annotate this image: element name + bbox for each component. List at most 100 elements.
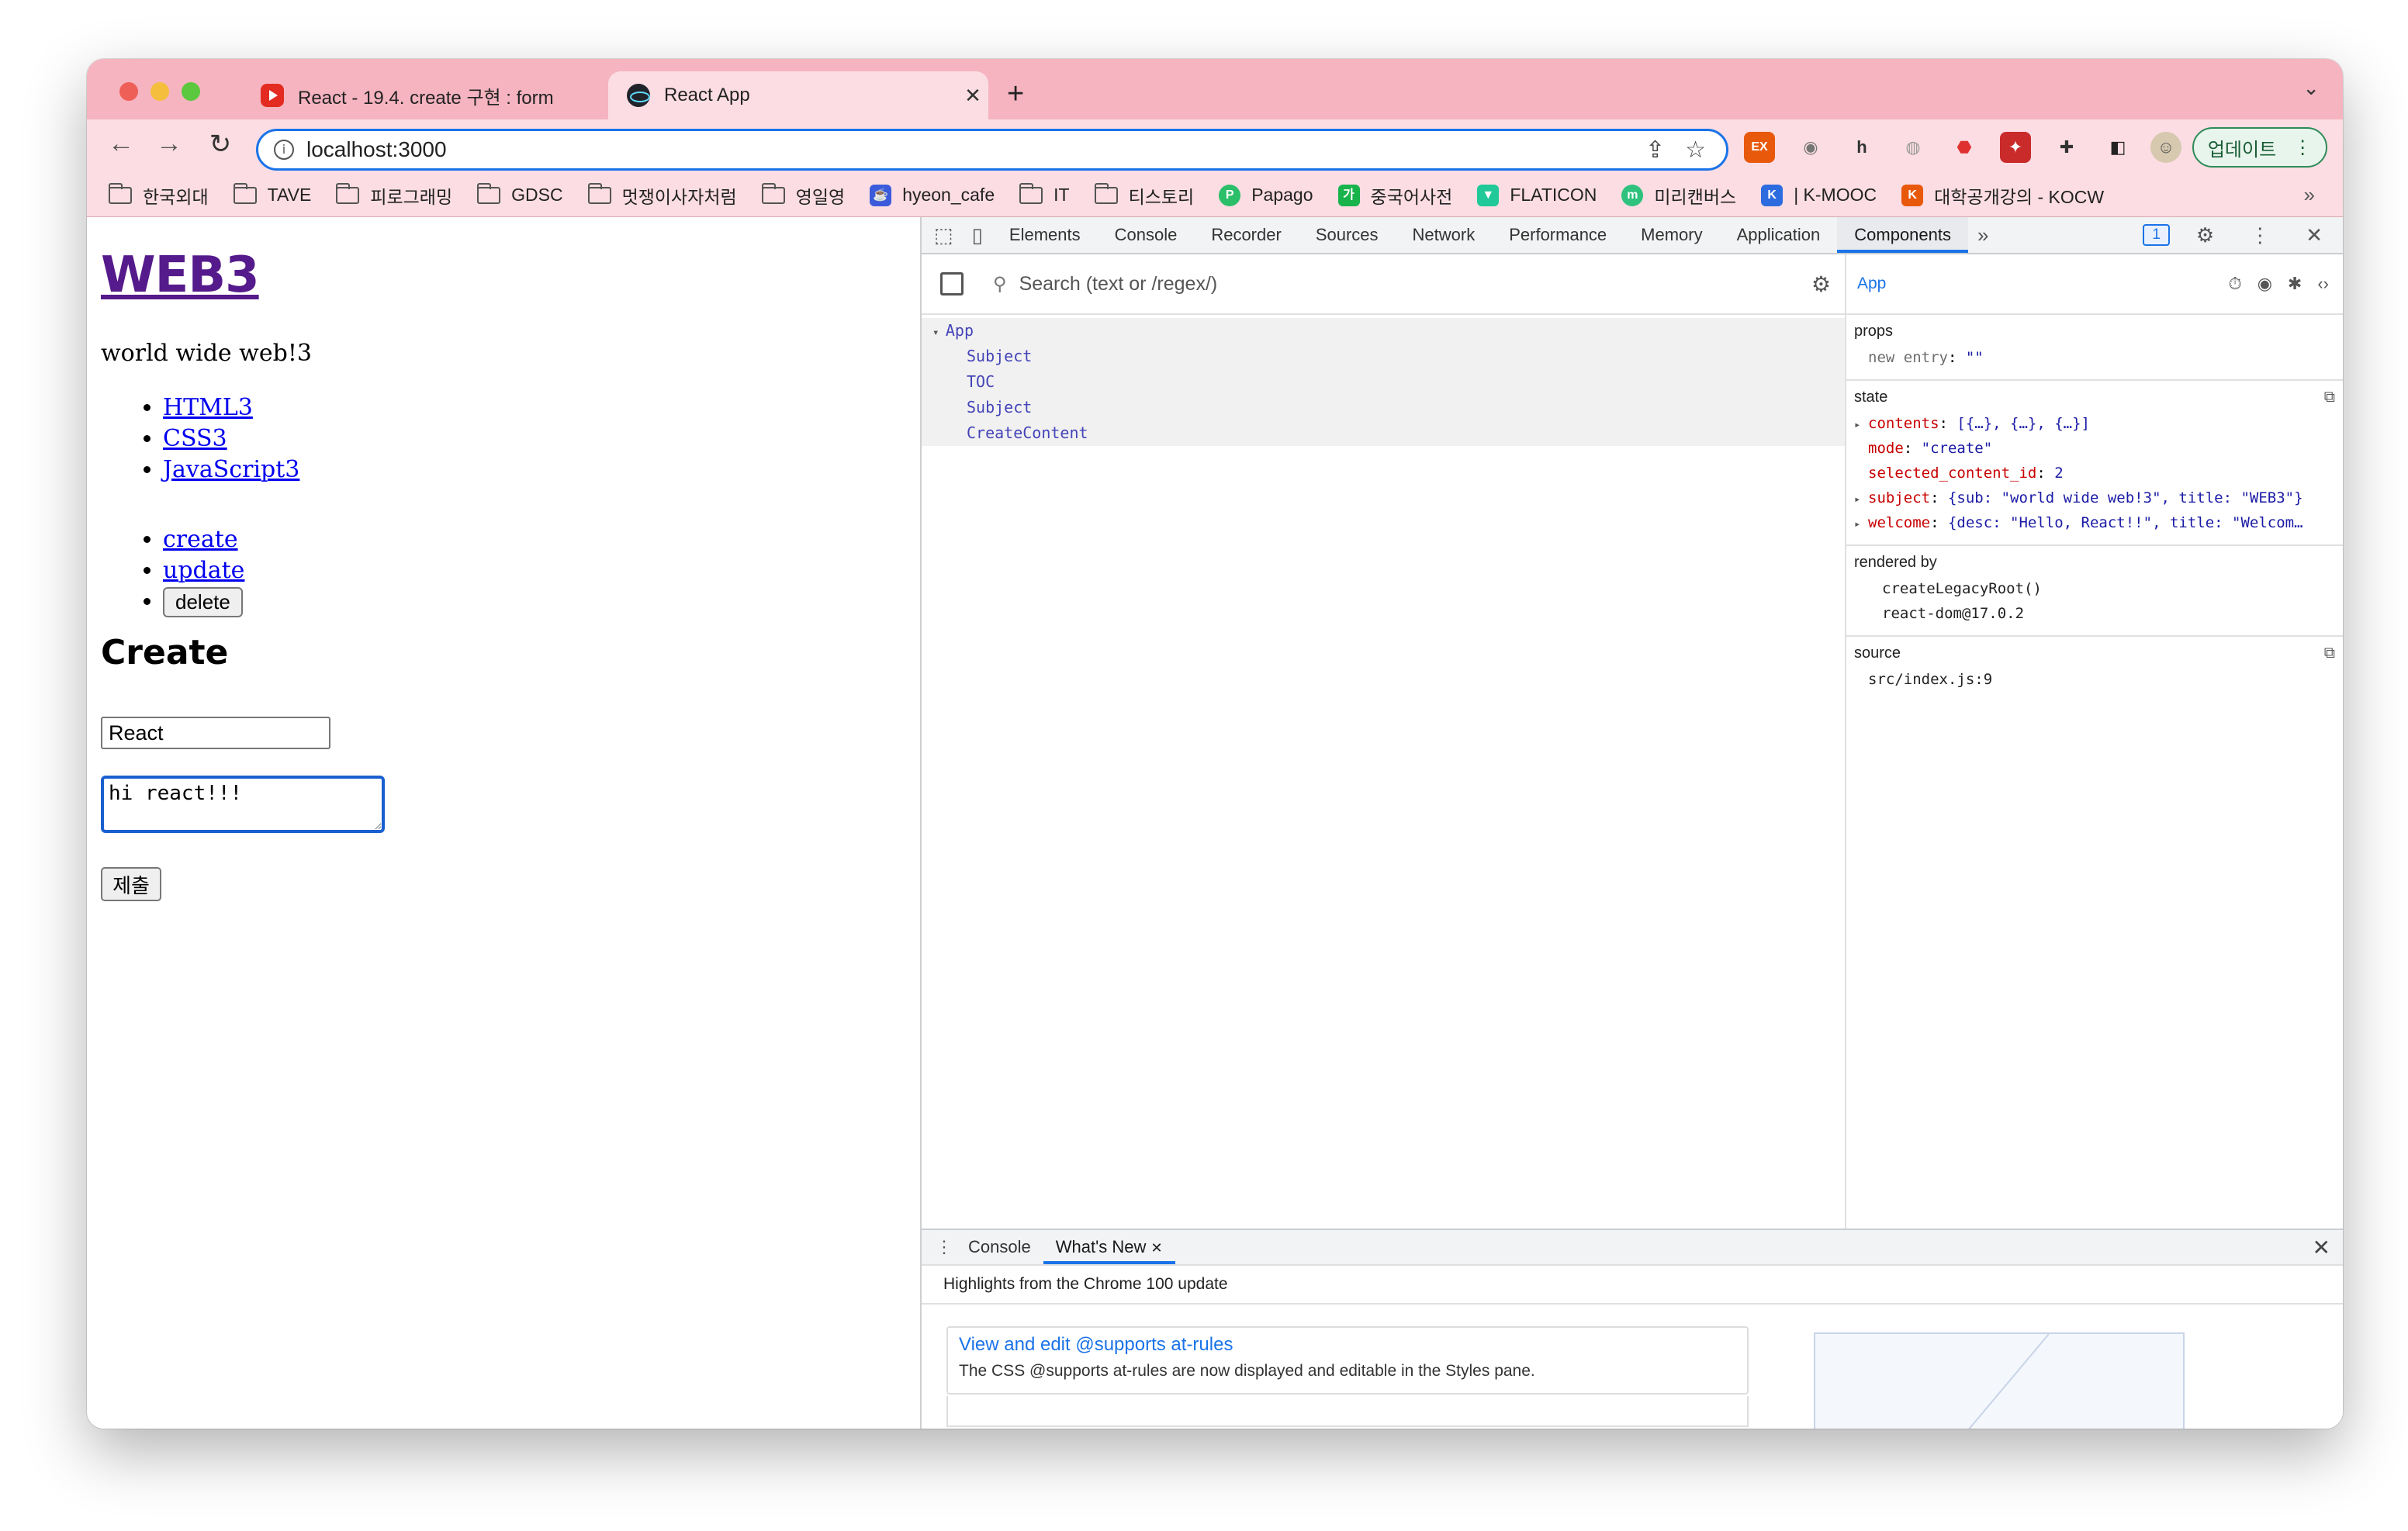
tab-memory[interactable]: Memory [1624,217,1719,253]
tree-node[interactable]: Subject [922,344,1845,369]
bookmark-item[interactable]: 멋쟁이사자처럼 [587,182,737,209]
copy-icon[interactable]: ⧉ [2324,645,2335,662]
tree-node-app[interactable]: ▾ App [922,318,1845,344]
component-inspector: App ⏱ ◉ ✱ ‹› props new entry: "" state ⧉ … [1846,254,2343,1229]
drawer-tab-whats-new[interactable]: What's New ✕ [1043,1230,1175,1264]
site-info-icon[interactable]: i [274,140,294,160]
extension-h-icon[interactable]: h [1846,132,1877,163]
update-link[interactable]: update [163,557,244,584]
desc-textarea[interactable]: hi react!!! [101,776,385,833]
tab-application[interactable]: Application [1720,217,1838,253]
tab-console[interactable]: Console [1098,217,1195,253]
whats-new-card[interactable]: View and edit @supports at-rules The CSS… [946,1326,1749,1394]
more-bookmarks-icon[interactable]: » [2304,183,2315,207]
bookmark-item[interactable]: ☕ hyeon_cafe [870,184,995,206]
bookmark-item[interactable]: K | K-MOOC [1761,184,1877,206]
bookmark-item[interactable]: 영일영 [761,182,845,209]
bookmark-item[interactable]: K 대학공개강의 - KOCW [1901,182,2104,209]
tab-elements[interactable]: Elements [992,217,1098,253]
copy-icon[interactable]: ⧉ [2324,389,2335,406]
delete-button[interactable]: delete [163,587,243,617]
inspect-element-icon[interactable]: ⬚ [934,223,953,247]
close-window-button[interactable] [119,82,138,101]
state-row[interactable]: ▸ subject: {sub: "world wide web!3", titl… [1854,486,2343,510]
extension-ex-icon[interactable]: EX [1744,132,1775,163]
device-toolbar-icon[interactable]: ▯ [972,223,983,247]
close-devtools-icon[interactable]: ✕ [2306,223,2323,247]
card-title-link[interactable]: View and edit @supports at-rules [959,1334,1736,1356]
adblock-extension-icon[interactable]: ⬣ [1949,132,1980,163]
extensions-puzzle-icon[interactable]: ✚ [2051,132,2082,163]
toc-link-css[interactable]: CSS3 [163,425,227,452]
props-section: props new entry: "" [1846,315,2343,381]
state-row[interactable]: mode: "create" [1854,436,2343,461]
state-row[interactable]: ▸ welcome: {desc: "Hello, React!!", title… [1854,510,2343,535]
globe-extension-icon[interactable]: ◍ [1898,132,1929,163]
new-tab-button[interactable]: + [1007,78,1024,111]
title-input[interactable] [101,717,330,749]
tree-node[interactable]: TOC [922,369,1845,395]
tab-network[interactable]: Network [1396,217,1493,253]
camera-extension-icon[interactable]: ◉ [1795,132,1826,163]
expand-arrow-icon: ▾ [932,327,946,339]
bookmark-item[interactable]: P Papago [1219,184,1313,206]
red-extension-icon[interactable]: ✦ [2000,132,2031,163]
view-source-icon[interactable]: ‹› [2317,274,2329,294]
bookmark-item[interactable]: m 미리캔버스 [1621,182,1736,209]
tree-node[interactable]: Subject [922,395,1845,420]
whats-new-card[interactable] [946,1396,1749,1427]
close-tab-icon[interactable]: ✕ [1151,1240,1163,1256]
source-location[interactable]: src/index.js:9 [1854,667,2343,692]
share-icon[interactable]: ⇪ [1645,137,1665,164]
eye-icon[interactable]: ◉ [2258,274,2272,294]
side-panel-icon[interactable]: ◧ [2102,132,2133,163]
bookmark-item[interactable]: 티스토리 [1094,182,1194,209]
search-input[interactable]: Search (text or /regex/) [1019,273,1811,295]
close-drawer-icon[interactable]: ✕ [2313,1235,2330,1260]
select-component-icon[interactable] [940,272,964,295]
tab-react-app[interactable]: React App ✕ [608,71,988,119]
timer-icon[interactable]: ⏱ [2229,274,2242,294]
prop-row[interactable]: new entry: "" [1854,345,2343,370]
back-button[interactable]: ← [104,129,138,159]
bookmark-item[interactable]: GDSC [477,182,563,206]
toc-link-html[interactable]: HTML3 [163,394,253,421]
kebab-menu-icon[interactable]: ⋮ [2250,223,2270,247]
tab-performance[interactable]: Performance [1492,217,1624,253]
tab-sources[interactable]: Sources [1299,217,1396,253]
bug-icon[interactable]: ✱ [2288,274,2302,294]
state-row[interactable]: selected_content_id: 2 [1854,461,2343,486]
more-tabs-icon[interactable]: » [1977,223,1988,247]
bookmark-item[interactable]: 가 중국어사전 [1337,182,1452,209]
toc-link-javascript[interactable]: JavaScript3 [163,456,299,483]
maximize-window-button[interactable] [182,82,200,101]
create-link[interactable]: create [163,526,238,553]
devtools-panel: ⬚ ▯ Elements Console Recorder Sources Ne… [920,217,2343,1429]
bookmark-item[interactable]: 피로그래밍 [336,182,452,209]
submit-button[interactable]: 제출 [101,867,161,901]
settings-gear-icon[interactable]: ⚙ [1811,271,1831,297]
update-button[interactable]: 업데이트 ⋮ [2192,127,2327,168]
reload-button[interactable]: ↻ [203,129,237,160]
settings-gear-icon[interactable]: ⚙ [2196,223,2214,247]
address-bar[interactable]: i localhost:3000 ⇪ ☆ [256,129,1728,171]
minimize-window-button[interactable] [150,82,169,101]
drawer-tab-console[interactable]: Console [956,1230,1043,1264]
bookmark-star-icon[interactable]: ☆ [1685,137,1706,164]
issues-badge[interactable]: 1 [2143,224,2170,246]
page-title-link[interactable]: WEB3 [101,247,260,304]
state-row[interactable]: ▸ contents: [{…}, {…}, {…}] [1854,411,2343,436]
kebab-menu-icon: ⋮ [2293,137,2313,158]
tab-search-chevron-icon[interactable]: ⌄ [2302,76,2320,100]
bookmark-item[interactable]: 한국외대 [109,182,209,209]
profile-avatar[interactable]: ☺ [2150,132,2181,163]
bookmark-item[interactable]: IT [1019,182,1070,206]
tab-recorder[interactable]: Recorder [1194,217,1298,253]
tree-node[interactable]: CreateContent [922,420,1845,446]
bookmark-item[interactable]: TAVE [233,182,311,206]
forward-button[interactable]: → [152,129,186,159]
tab-close-icon[interactable]: ✕ [957,84,988,108]
tab-components[interactable]: Components [1837,217,1969,253]
drawer-menu-icon[interactable]: ⋮ [932,1237,956,1257]
bookmark-item[interactable]: ▼ FLATICON [1477,184,1597,206]
